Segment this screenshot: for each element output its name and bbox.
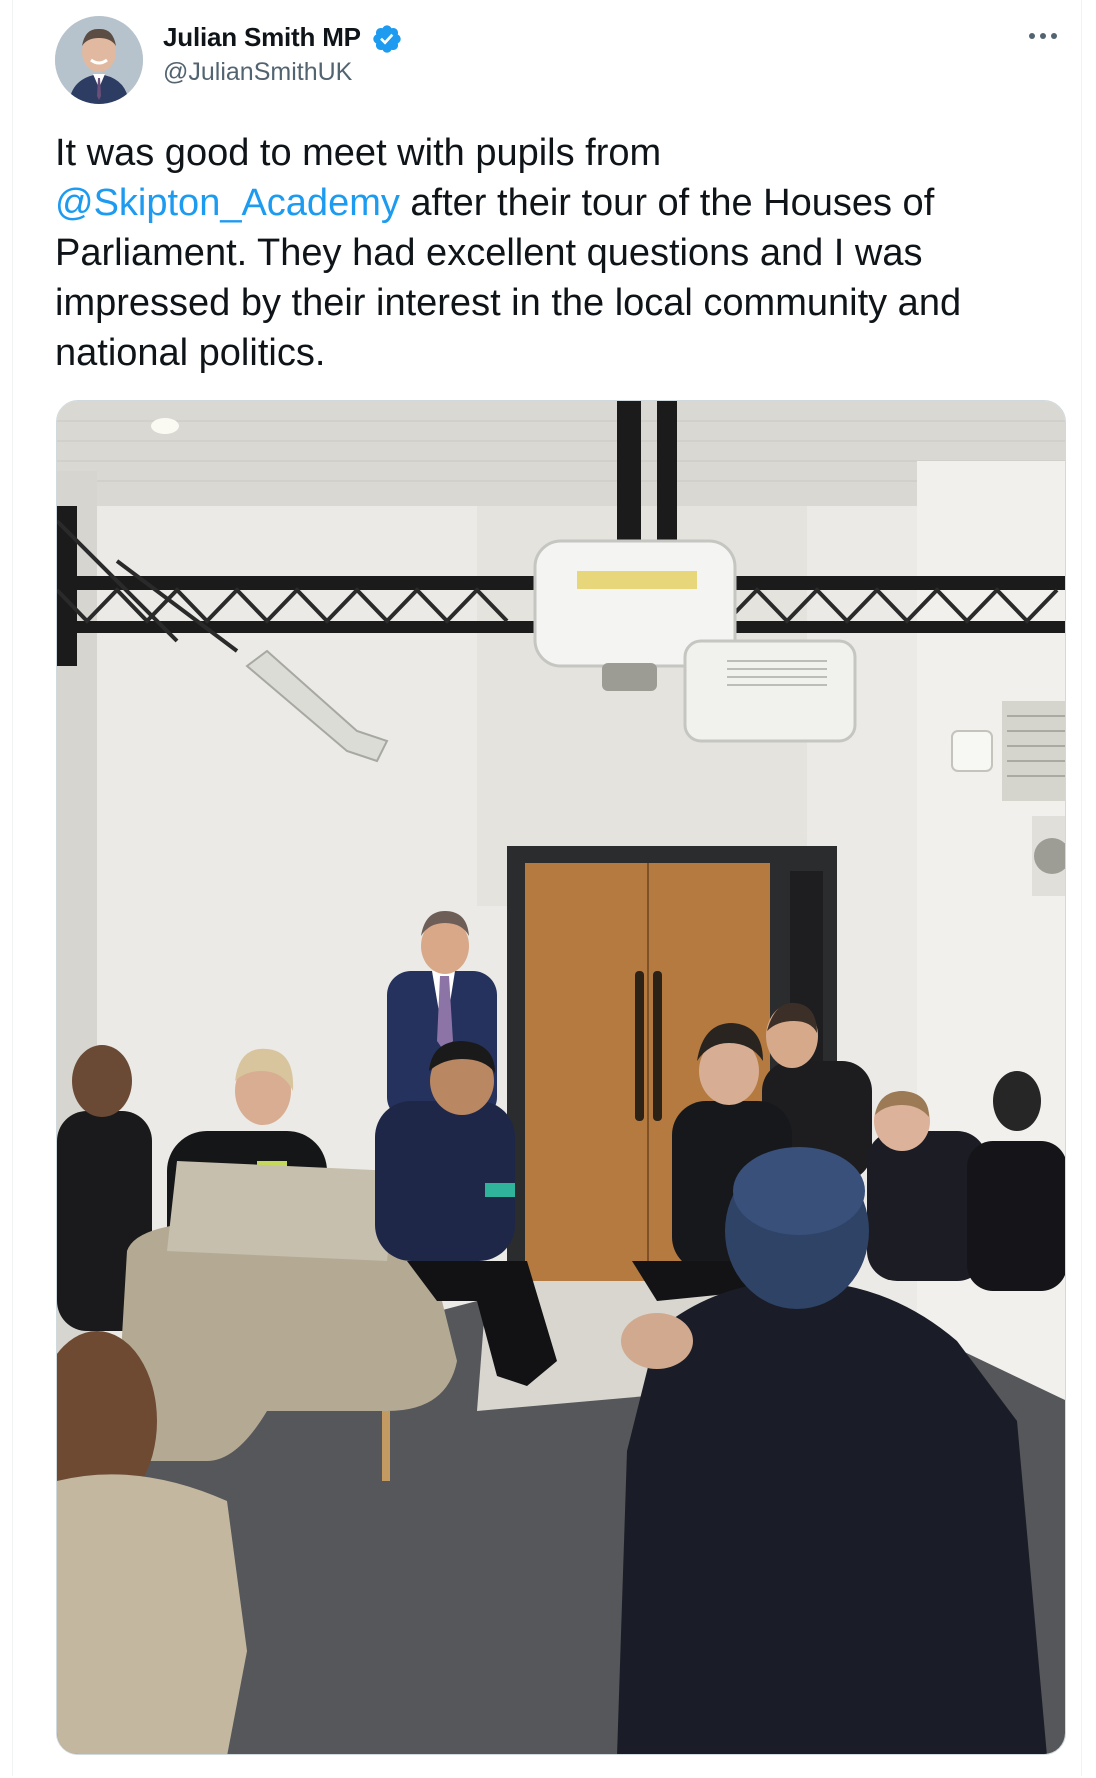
tweet-text: It was good to meet with pupils from @Sk… bbox=[55, 128, 1075, 378]
tweet-card: Julian Smith MP @JulianSmithUK It was go… bbox=[12, 0, 1082, 1776]
verified-badge-icon bbox=[371, 23, 403, 55]
mention-link[interactable]: @Skipton_Academy bbox=[55, 182, 400, 224]
more-options-icon[interactable] bbox=[1023, 24, 1063, 48]
author-handle[interactable]: @JulianSmithUK bbox=[163, 58, 352, 87]
author-avatar[interactable] bbox=[55, 16, 143, 104]
tweet-text-intro: It was good to meet with pupils from bbox=[55, 132, 662, 174]
tweet-photo[interactable] bbox=[56, 400, 1066, 1755]
author-display-name[interactable]: Julian Smith MP bbox=[163, 22, 361, 53]
